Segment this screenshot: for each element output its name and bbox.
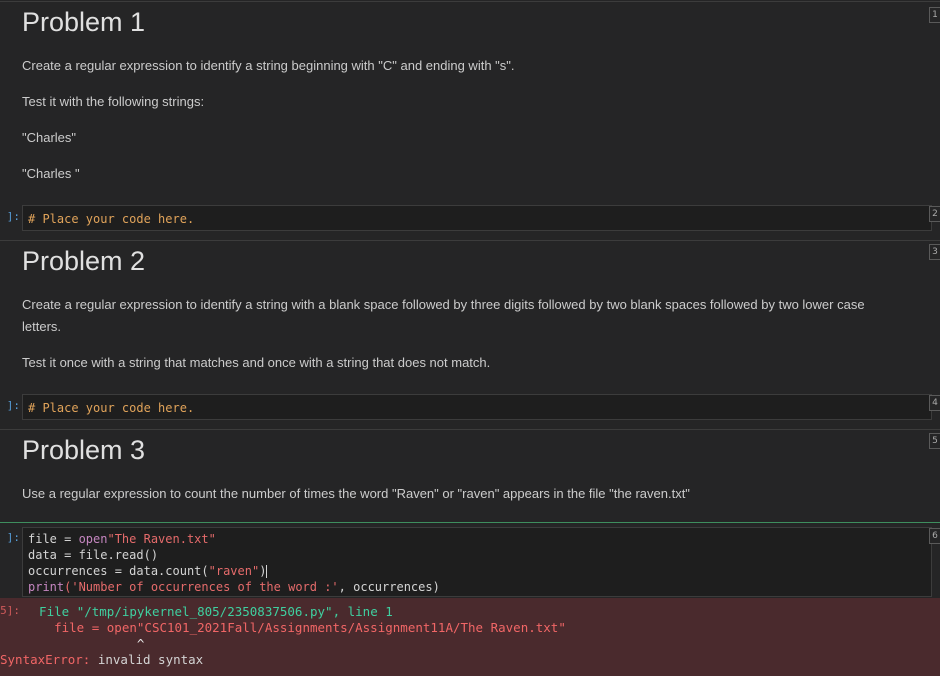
- problem-title: Problem 3: [22, 435, 146, 465]
- test-string: "Charles ": [22, 166, 80, 181]
- traceback-line: SyntaxError: invalid syntax: [0, 652, 940, 668]
- code-token: open: [78, 532, 108, 546]
- cell-prompt: ]:: [6, 399, 20, 412]
- problem-title: Problem 1: [22, 7, 146, 37]
- code-editor[interactable]: file = open"The Raven.txt" data = file.r…: [22, 527, 932, 597]
- cell-number: 6: [929, 528, 940, 544]
- traceback-token: 1: [385, 604, 393, 619]
- traceback-token: "/tmp/ipykernel_805/2350837506.py": [76, 604, 333, 619]
- problem-description: Create a regular expression to identify …: [22, 297, 865, 312]
- cell-number: 1: [929, 7, 940, 23]
- error-message: invalid syntax: [90, 652, 204, 667]
- code-editor[interactable]: # Place your code here.: [22, 205, 932, 231]
- cell-prompt: ]:: [6, 210, 20, 223]
- code-comment: # Place your code here.: [28, 212, 195, 226]
- traceback-token: , line: [332, 604, 386, 619]
- code-line: file = open"The Raven.txt": [23, 531, 931, 547]
- traceback-token: "CSC101_2021Fall/Assignments/Assignment1…: [136, 620, 566, 635]
- cell-number: 2: [929, 206, 940, 222]
- traceback-token: file = open: [24, 620, 137, 635]
- code-token: "raven": [208, 564, 260, 578]
- test-string: "Charles": [22, 130, 77, 145]
- code-token: file =: [28, 532, 79, 546]
- text-cursor: [266, 565, 268, 578]
- traceback-token: File: [24, 604, 77, 619]
- code-cell-2[interactable]: ]: # Place your code here. 2: [0, 201, 940, 235]
- cell-prompt: ]:: [6, 531, 20, 544]
- traceback-line: File "/tmp/ipykernel_805/2350837506.py",…: [24, 604, 940, 620]
- error-type: SyntaxError:: [0, 652, 91, 667]
- code-comment: # Place your code here.: [28, 401, 195, 415]
- code-line: data = file.read(): [28, 548, 159, 562]
- code-token: ): [259, 564, 267, 578]
- cell-number: 5: [929, 433, 940, 449]
- code-token: occurrences = data.count(: [28, 564, 209, 578]
- code-line: print('Number of occurrences of the word…: [23, 579, 931, 595]
- code-token: "The Raven.txt": [107, 532, 216, 546]
- traceback: File "/tmp/ipykernel_805/2350837506.py",…: [0, 604, 940, 668]
- problem-description: Use a regular expression to count the nu…: [22, 486, 690, 501]
- cell-number: 4: [929, 395, 940, 411]
- code-line: occurrences = data.count("raven"): [23, 563, 931, 579]
- markdown-cell-problem-1[interactable]: 1 Problem 1 Create a regular expression …: [0, 1, 940, 195]
- code-token: , occurrences): [338, 580, 440, 594]
- problem-instruction: Test it with the following strings:: [22, 94, 205, 109]
- cell-number: 3: [929, 244, 940, 260]
- problem-instruction: Test it once with a string that matches …: [22, 355, 491, 370]
- code-editor[interactable]: # Place your code here.: [22, 394, 932, 420]
- code-cell-4[interactable]: ]: # Place your code here. 4: [0, 390, 940, 424]
- problem-description: letters.: [22, 319, 62, 334]
- markdown-cell-problem-2[interactable]: 3 Problem 2 Create a regular expression …: [0, 240, 940, 386]
- code-token: ('Number of occurrences of the word :': [64, 580, 339, 594]
- code-token: print: [28, 580, 65, 594]
- problem-description: Create a regular expression to identify …: [22, 58, 515, 73]
- code-cell-6[interactable]: ]: file = open"The Raven.txt" data = fil…: [0, 522, 940, 598]
- problem-title: Problem 2: [22, 246, 146, 276]
- traceback-line: file = open"CSC101_2021Fall/Assignments/…: [24, 620, 940, 636]
- output-prompt: 5]:: [0, 604, 20, 617]
- markdown-cell-problem-3[interactable]: 5 Problem 3 Use a regular expression to …: [0, 429, 940, 517]
- traceback-caret: ^: [24, 636, 145, 651]
- error-output: 5]: File "/tmp/ipykernel_805/2350837506.…: [0, 598, 940, 676]
